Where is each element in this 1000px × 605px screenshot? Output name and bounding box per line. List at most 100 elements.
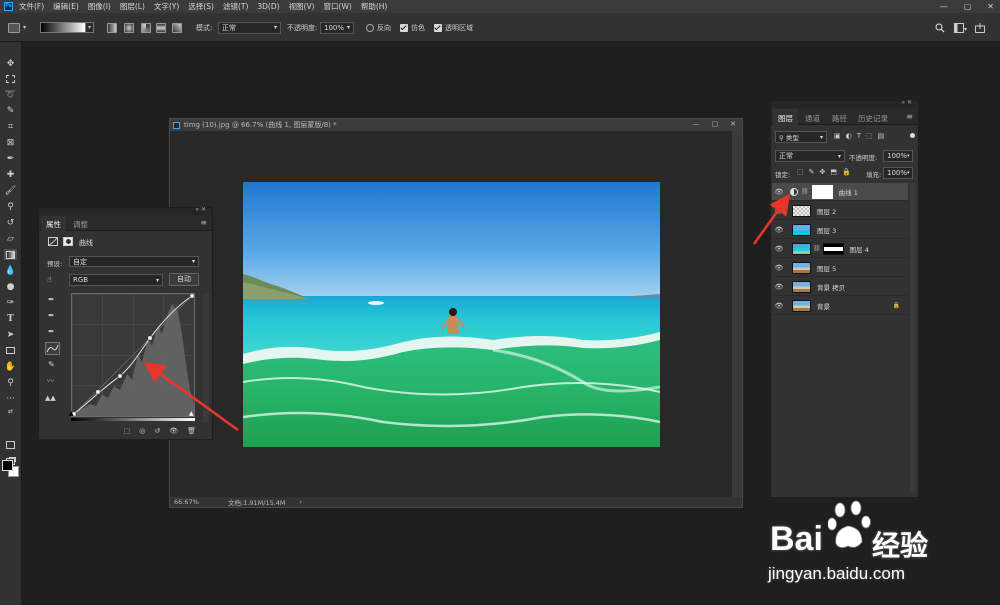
lock-all-icon[interactable]: 🔒 (842, 168, 851, 176)
gradient-tool-icon[interactable] (4, 249, 17, 260)
smooth-curve-icon[interactable]: 〰 (47, 376, 54, 386)
layer-opacity-input[interactable]: 100% ▾ (883, 150, 913, 162)
filter-shape-icon[interactable]: ⬚ (866, 132, 873, 140)
lock-transparent-icon[interactable]: ⬚ (797, 168, 804, 176)
filter-toggle-icon[interactable] (910, 133, 915, 138)
dither-option[interactable]: 仿色 (400, 21, 425, 34)
channel-select[interactable]: RGB ▾ (69, 274, 163, 286)
filter-smart-object-icon[interactable]: ▤ (878, 132, 885, 140)
close-button[interactable]: ✕ (987, 2, 994, 11)
mode-select[interactable]: 正常 ▾ (218, 21, 281, 34)
dither-checkbox[interactable] (400, 23, 408, 32)
gradient-picker[interactable]: ▾ (40, 21, 94, 34)
search-icon[interactable] (935, 21, 945, 34)
linear-gradient-button[interactable] (107, 21, 117, 34)
visibility-eye-icon[interactable]: 👁 (772, 264, 786, 272)
reset-adjustment-icon[interactable]: ↺ (154, 427, 160, 435)
transparency-option[interactable]: 透明区域 (434, 21, 473, 34)
fill-input[interactable]: 100% ▾ (883, 167, 913, 179)
layer-row[interactable]: 👁 ⛓ 图层 4 (772, 240, 908, 258)
filter-adjustment-icon[interactable]: ◐ (846, 132, 852, 140)
doc-restore-icon[interactable]: ▢ (712, 120, 719, 128)
transparency-checkbox[interactable] (434, 23, 442, 32)
layer-row[interactable]: 👁 背景 拷贝 (772, 278, 908, 296)
visibility-eye-icon[interactable]: 👁 (772, 188, 786, 196)
type-tool-icon[interactable]: T (4, 313, 17, 324)
menu-select[interactable]: 选择(S) (188, 1, 214, 12)
visibility-eye-icon[interactable]: 👁 (772, 207, 786, 215)
history-brush-tool-icon[interactable]: ↺ (4, 217, 17, 228)
menu-image[interactable]: 图像(I) (88, 1, 111, 12)
white-point-eyedropper-icon[interactable]: ✒ (48, 327, 55, 336)
toggle-visibility-icon[interactable]: 👁 (169, 427, 178, 435)
auto-button[interactable]: 自动 (169, 273, 199, 286)
eyedropper-tool-icon[interactable]: ✒ (4, 153, 17, 164)
visibility-eye-icon[interactable]: 👁 (772, 283, 786, 291)
on-image-adjust-icon[interactable]: ☝ (47, 275, 52, 284)
menu-3d[interactable]: 3D(D) (257, 2, 279, 11)
layers-drag-bar[interactable]: » ✕ (771, 99, 918, 108)
reflected-gradient-button[interactable] (156, 21, 166, 34)
quick-mask-icon[interactable] (4, 439, 17, 450)
tab-history[interactable]: 历史记录 (858, 113, 888, 124)
blur-tool-icon[interactable]: 💧 (4, 265, 17, 276)
healing-brush-tool-icon[interactable]: ✚ (4, 169, 17, 180)
black-point-eyedropper-icon[interactable]: ✒ (48, 295, 55, 304)
curves-graph[interactable] (71, 293, 195, 417)
layer-mask-icon[interactable] (63, 237, 73, 246)
lasso-tool-icon[interactable]: ➰ (4, 89, 17, 100)
clone-stamp-tool-icon[interactable]: ⚲ (4, 201, 17, 212)
properties-scrollbar[interactable] (203, 293, 209, 423)
layer-filter-select[interactable]: ⚲ 类型 ▾ (775, 131, 827, 143)
zoom-level[interactable]: 66.67% (174, 498, 202, 506)
view-previous-state-icon[interactable]: ◎ (139, 427, 145, 435)
radial-gradient-button[interactable] (124, 21, 134, 34)
swap-colors-icon[interactable]: ⇄ (4, 406, 17, 417)
maximize-button[interactable]: ▢ (964, 2, 972, 11)
visibility-eye-icon[interactable]: 👁 (772, 245, 786, 253)
panel-menu-icon[interactable]: ≡ (200, 218, 207, 227)
visibility-eye-icon[interactable]: 👁 (772, 302, 786, 310)
crop-tool-icon[interactable]: ⌗ (4, 121, 17, 132)
tab-adjustments[interactable]: 调整 (73, 219, 88, 230)
menu-layer[interactable]: 图层(L) (120, 1, 145, 12)
tab-properties[interactable]: 属性 (41, 216, 66, 231)
lock-artboard-icon[interactable]: ⬒ (830, 168, 837, 176)
clip-to-layer-icon[interactable]: ⬚ (124, 427, 131, 435)
quick-select-tool-icon[interactable]: ✎ (4, 105, 17, 116)
link-icon[interactable]: ⛓ (813, 245, 821, 252)
filter-pixel-icon[interactable]: ▣ (834, 132, 841, 140)
black-slider-handle[interactable]: ▲ (69, 410, 74, 417)
dodge-tool-icon[interactable]: ● (4, 281, 17, 292)
reverse-radio[interactable] (366, 23, 374, 32)
move-tool-icon[interactable]: ✥ (4, 58, 17, 69)
minimize-button[interactable]: — (940, 2, 948, 11)
panel-drag-bar[interactable]: » ✕ (39, 206, 212, 215)
more-tools-icon[interactable]: ··· (4, 393, 17, 404)
tab-channels[interactable]: 通道 (805, 113, 820, 124)
menu-filter[interactable]: 滤镜(T) (223, 1, 248, 12)
document-title-bar[interactable]: timg (10).jpg @ 66.7% (曲线 1, 图层蒙版/8) * —… (170, 119, 742, 131)
link-icon[interactable]: ⛓ (801, 188, 809, 195)
doc-close-icon[interactable]: ✕ (730, 120, 736, 128)
lock-image-icon[interactable]: ✎ (809, 168, 815, 176)
menu-type[interactable]: 文字(Y) (154, 1, 179, 12)
reverse-option[interactable]: 反向 (366, 21, 391, 34)
menu-edit[interactable]: 编辑(E) (53, 1, 79, 12)
path-select-tool-icon[interactable]: ➤ (4, 329, 17, 340)
blend-mode-select[interactable]: 正常 ▾ (775, 150, 845, 162)
marquee-tool-icon[interactable] (4, 73, 17, 84)
menu-file[interactable]: 文件(F) (19, 1, 44, 12)
share-icon[interactable] (975, 21, 985, 34)
clipping-warning-icon[interactable]: ▲▲ (45, 394, 56, 402)
brush-tool-icon[interactable]: 🖌 (4, 185, 17, 196)
frame-tool-icon[interactable]: ⊠ (4, 137, 17, 148)
vertical-scrollbar[interactable] (732, 131, 742, 497)
eraser-tool-icon[interactable]: ▱ (4, 233, 17, 244)
tool-preset-picker[interactable]: ▾ (8, 21, 26, 34)
delete-adjustment-icon[interactable]: 🗑 (187, 427, 196, 435)
status-menu-arrow-icon[interactable]: › (300, 498, 303, 506)
zoom-tool-icon[interactable]: ⚲ (4, 377, 17, 388)
canvas-image[interactable] (243, 182, 660, 447)
lock-position-icon[interactable]: ✥ (820, 168, 826, 176)
